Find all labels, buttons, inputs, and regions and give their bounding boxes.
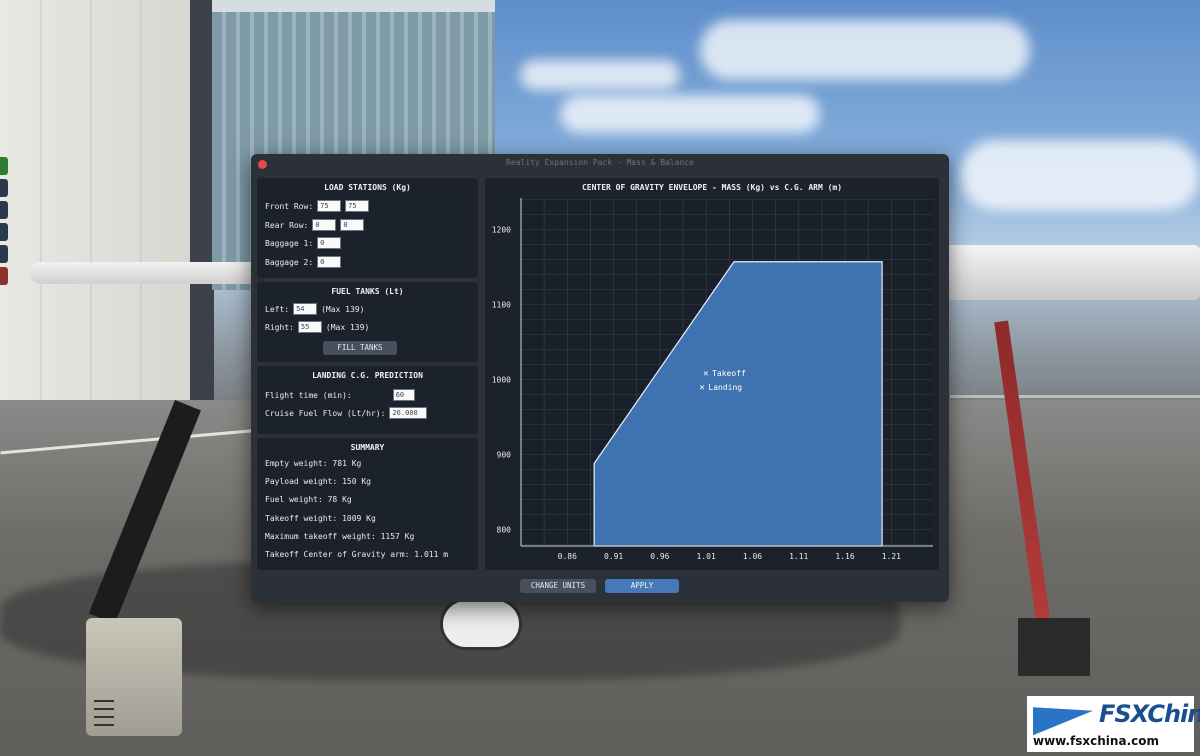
nose-wheel <box>440 598 522 650</box>
baggage-2-input[interactable]: 0 <box>317 256 342 268</box>
fuel-tanks-panel: FUEL TANKS (Lt) Left: 54 (Max 139) Right… <box>257 282 478 362</box>
cruise-fuel-flow-input[interactable]: 26.000 <box>389 407 428 419</box>
x-tick-label: 1.16 <box>835 552 854 561</box>
summary-line: Takeoff Center of Gravity arm: 1.011 m <box>265 550 449 559</box>
hangar-door-rail <box>212 0 495 12</box>
y-tick-label: 1200 <box>492 226 511 235</box>
toolbar-tab[interactable] <box>0 157 8 175</box>
left-tank-input[interactable]: 54 <box>293 303 318 315</box>
baggage-1-input[interactable]: 0 <box>317 237 342 249</box>
watermark-logo: FSXChina <box>1099 700 1200 728</box>
y-tick-label: 900 <box>497 451 512 460</box>
cg-marker-label: Landing <box>708 383 742 392</box>
rear-row-label: Rear Row: <box>265 220 309 230</box>
paper-plane-icon <box>1033 696 1093 736</box>
cg-marker-label: Takeoff <box>712 369 746 378</box>
cloud <box>560 95 820 133</box>
toolbar-tab[interactable] <box>0 267 8 285</box>
right-tank-row: Right: 55 (Max 139) <box>265 321 369 333</box>
landing-prediction-title: LANDING C.G. PREDICTION <box>312 371 423 380</box>
y-tick-label: 1100 <box>492 301 511 310</box>
summary-line: Takeoff weight: 1009 Kg <box>265 514 376 523</box>
summary-panel: SUMMARY Empty weight: 781 Kg Payload wei… <box>257 438 478 570</box>
aircraft-wing-left <box>30 262 260 284</box>
change-units-button[interactable]: CHANGE UNITS <box>520 579 596 593</box>
rear-row-seat1-input[interactable]: 0 <box>312 219 337 231</box>
baggage-1-row: Baggage 1: 0 <box>265 237 342 249</box>
front-row-seat1-input[interactable]: 75 <box>317 200 342 212</box>
summary-line: Fuel weight: 78 Kg <box>265 495 352 504</box>
window-titlebar[interactable]: Reality Expansion Pack - Mass & Balance <box>251 154 949 174</box>
toolbar-tab[interactable] <box>0 179 8 197</box>
x-tick-label: 0.86 <box>558 552 577 561</box>
ground-power-unit <box>86 618 182 736</box>
aircraft-wing-right <box>945 245 1200 300</box>
cg-marker-landing: ✕ <box>699 383 704 393</box>
flight-time-input[interactable]: 60 <box>392 389 415 401</box>
x-tick-label: 1.01 <box>697 552 716 561</box>
rear-row: Rear Row: 0 0 <box>265 219 365 231</box>
front-row: Front Row: 75 75 <box>265 200 370 212</box>
cloud <box>960 140 1200 210</box>
hangar-post <box>190 0 214 400</box>
toolbar-tab[interactable] <box>0 223 8 241</box>
mass-balance-window: Reality Expansion Pack - Mass & Balance … <box>251 154 949 602</box>
cg-marker-takeoff: ✕ <box>703 369 708 379</box>
left-tank-label: Left: <box>265 304 290 314</box>
cg-envelope-panel: CENTER OF GRAVITY ENVELOPE - MASS (Kg) v… <box>485 178 939 570</box>
cruise-fuel-flow-label: Cruise Fuel Flow (Lt/hr): <box>265 408 386 418</box>
watermark-url: www.fsxchina.com <box>1033 734 1159 748</box>
baggage-2-label: Baggage 2: <box>265 257 314 267</box>
rear-row-seat2-input[interactable]: 0 <box>340 219 365 231</box>
toolbar-tab[interactable] <box>0 201 8 219</box>
watermark: FSXChina www.fsxchina.com <box>1027 696 1200 752</box>
tie-down-block <box>1018 618 1090 676</box>
summary-title: SUMMARY <box>350 443 385 452</box>
apply-button[interactable]: APPLY <box>605 579 679 593</box>
landing-prediction-panel: LANDING C.G. PREDICTION Flight time (min… <box>257 366 478 434</box>
cg-envelope-chart: 800 900 1000 1100 1200 0.86 0.91 0.96 1.01 1.06 1.… <box>492 198 933 561</box>
cloud <box>700 20 1030 80</box>
cloud <box>520 60 680 90</box>
sim-side-toolbar[interactable] <box>0 157 8 289</box>
front-row-label: Front Row: <box>265 201 314 211</box>
left-tank-max: (Max 139) <box>321 304 365 314</box>
right-tank-input[interactable]: 55 <box>297 321 322 333</box>
front-row-seat2-input[interactable]: 75 <box>345 200 370 212</box>
load-stations-panel: LOAD STATIONS (Kg) Front Row: 75 75 Rear… <box>257 178 478 278</box>
hangar-wall <box>0 0 195 415</box>
flight-time-label: Flight time (min): <box>265 390 352 400</box>
left-tank-row: Left: 54 (Max 139) <box>265 303 364 315</box>
baggage-1-label: Baggage 1: <box>265 238 314 248</box>
summary-line: Empty weight: 781 Kg <box>265 459 362 468</box>
y-tick-label: 800 <box>497 526 512 535</box>
right-tank-label: Right: <box>265 322 294 332</box>
x-tick-label: 1.11 <box>789 552 808 561</box>
fuel-tanks-title: FUEL TANKS (Lt) <box>331 287 404 296</box>
right-tank-max: (Max 139) <box>325 322 370 332</box>
window-title: Reality Expansion Pack - Mass & Balance <box>506 158 694 167</box>
toolbar-tab[interactable] <box>0 245 8 263</box>
summary-line: Maximum takeoff weight: 1157 Kg <box>265 532 415 541</box>
x-tick-label: 0.96 <box>650 552 669 561</box>
load-stations-title: LOAD STATIONS (Kg) <box>324 183 411 192</box>
fill-tanks-button[interactable]: FILL TANKS <box>323 341 397 355</box>
tarmac-marking <box>950 395 1200 398</box>
x-tick-label: 0.91 <box>604 552 623 561</box>
x-tick-label: 1.21 <box>882 552 901 561</box>
flight-time-row: Flight time (min): 60 <box>265 389 415 401</box>
cruise-fuel-flow-row: Cruise Fuel Flow (Lt/hr): 26.000 <box>265 407 428 419</box>
summary-line: Payload weight: 150 Kg <box>265 477 371 486</box>
x-tick-label: 1.06 <box>743 552 762 561</box>
y-tick-label: 1000 <box>492 376 511 385</box>
baggage-2-row: Baggage 2: 0 <box>265 256 342 268</box>
